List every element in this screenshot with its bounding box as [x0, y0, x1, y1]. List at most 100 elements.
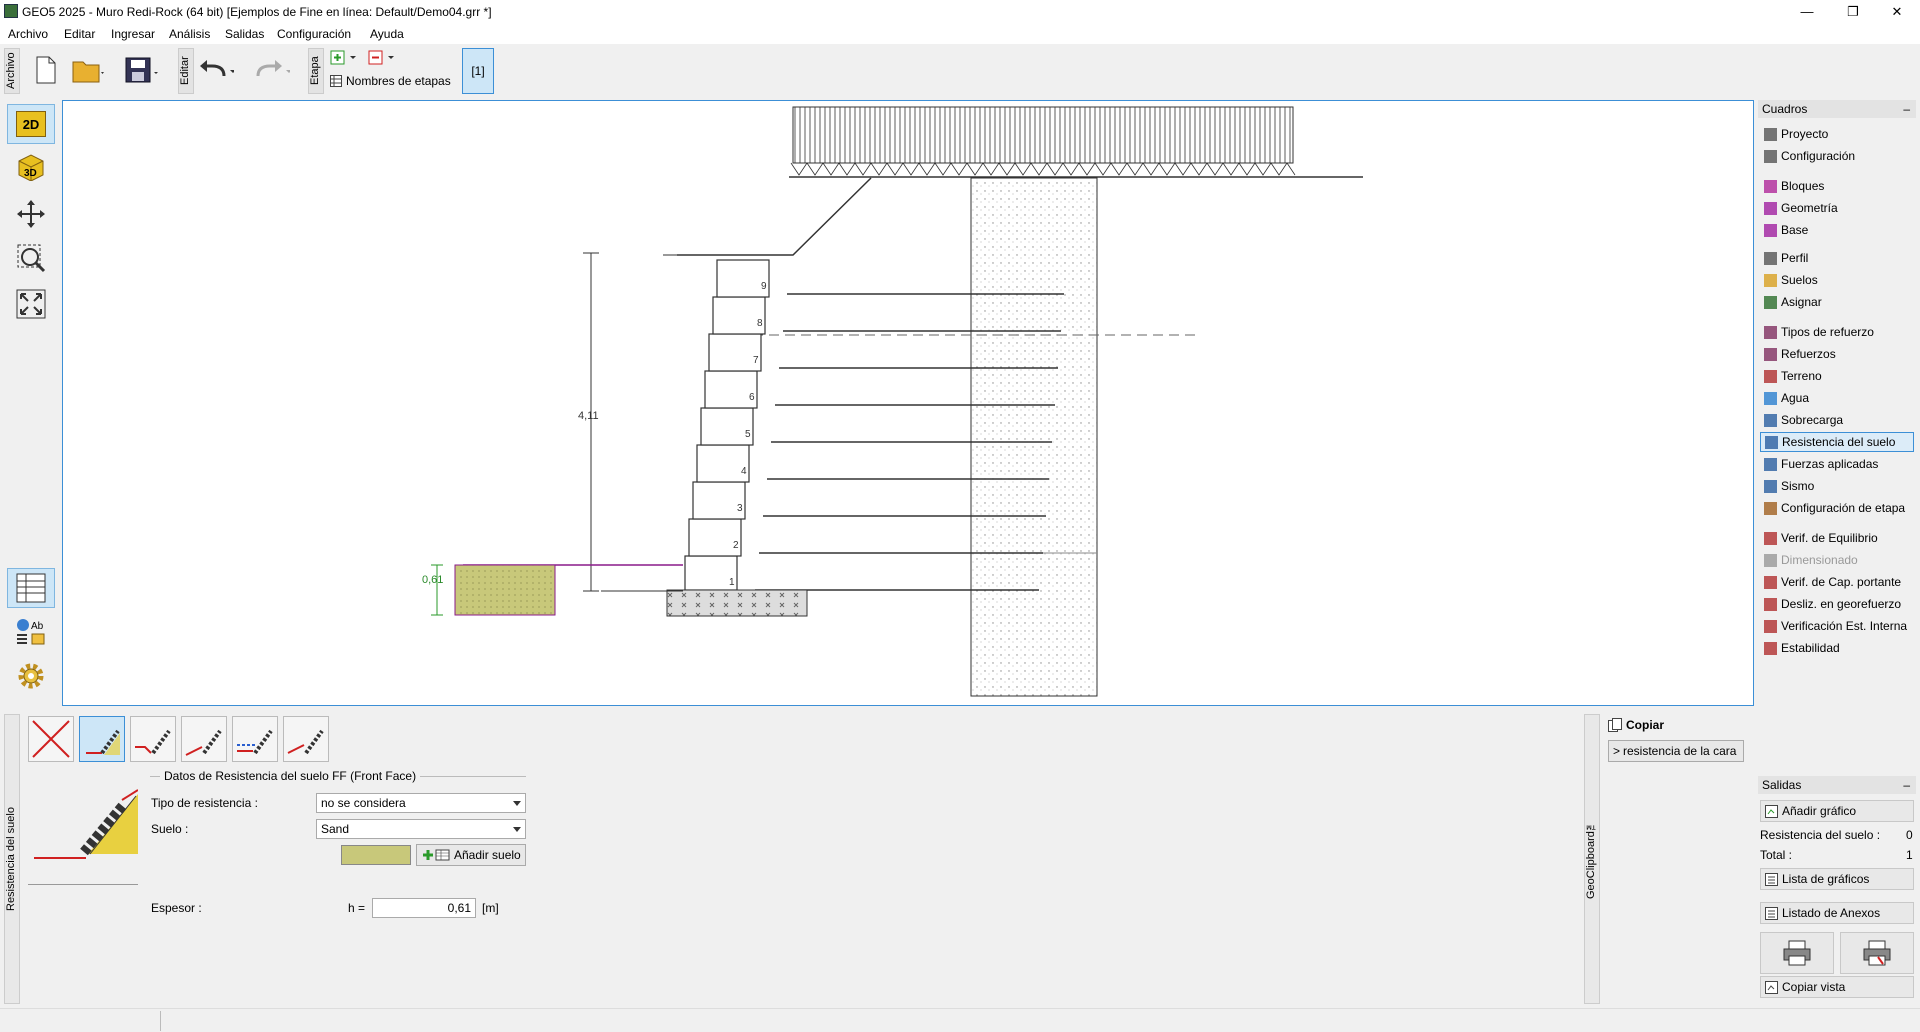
svg-text:3D: 3D	[24, 168, 37, 179]
delete-mode-button[interactable]	[28, 716, 74, 762]
resistance-mode-2-button[interactable]	[130, 716, 176, 762]
print-button[interactable]	[1760, 932, 1834, 974]
cuadros-item-soils[interactable]: Suelos	[1760, 270, 1914, 290]
open-file-icon[interactable]	[70, 52, 106, 88]
add-soil-button[interactable]: Añadir suelo	[416, 844, 526, 866]
stage-names-toggle[interactable]: Nombres de etapas	[330, 74, 451, 88]
cuadros-item-label: Configuración de etapa	[1781, 501, 1906, 515]
copy-icon	[1608, 718, 1622, 732]
close-button[interactable]: ✕	[1874, 0, 1920, 24]
menu-analisis[interactable]: Análisis	[169, 27, 210, 41]
new-file-icon[interactable]	[28, 52, 64, 88]
etapa-tab[interactable]: Etapa	[308, 48, 324, 94]
stage-1-button[interactable]: [1]	[462, 48, 494, 94]
cuadros-item-assign[interactable]: Asignar	[1760, 292, 1914, 312]
cuadros-item-geometry[interactable]: Geometría	[1760, 198, 1914, 218]
3d-cube-icon: 3D	[18, 154, 44, 181]
table-icon	[330, 75, 342, 87]
cuadros-item-internal-stability[interactable]: Verificación Est. Interna	[1760, 616, 1914, 636]
cuadros-item-label: Estabilidad	[1781, 641, 1840, 655]
cuadros-item-geo-slip[interactable]: Desliz. en georefuerzo	[1760, 594, 1914, 614]
resistance-mode-4-button[interactable]	[232, 716, 278, 762]
layer-label-5: 5	[745, 429, 751, 440]
cuadros-collapse-button[interactable]: –	[1903, 102, 1910, 116]
copy-button[interactable]: Copiar	[1608, 718, 1664, 732]
cuadros-item-surcharge[interactable]: Sobrecarga	[1760, 410, 1914, 430]
save-icon[interactable]	[124, 52, 160, 88]
menu-salidas[interactable]: Salidas	[225, 27, 264, 41]
resistance-type-label: Tipo de resistencia :	[151, 796, 258, 810]
view-3d-button[interactable]: 3D	[7, 146, 55, 186]
resistance-mode-3-button[interactable]	[181, 716, 227, 762]
cuadros-item-applied-forces[interactable]: Fuerzas aplicadas	[1760, 454, 1914, 474]
maximize-button[interactable]: ❐	[1830, 0, 1876, 24]
layer-label-4: 4	[741, 466, 747, 477]
table-view-button[interactable]	[7, 568, 55, 608]
view-2d-button[interactable]: 2D	[7, 104, 55, 144]
cuadros-item-base[interactable]: Base	[1760, 220, 1914, 240]
layer-label-6: 6	[749, 392, 755, 403]
resistance-type-select[interactable]: no se considera	[316, 793, 526, 813]
drawing-canvas[interactable]: 1 2 3 4 5 6 7 8 9 4,11 0,61	[62, 100, 1754, 706]
menu-ayuda[interactable]: Ayuda	[370, 27, 404, 41]
annex-list-button[interactable]: Listado de Anexos	[1760, 902, 1914, 924]
graph-list-button[interactable]: Lista de gráficos	[1760, 868, 1914, 890]
cuadros-header: Cuadros –	[1758, 100, 1916, 118]
menu-ingresar[interactable]: Ingresar	[111, 27, 155, 41]
svg-text:Ab: Ab	[31, 621, 44, 632]
menu-configuracion[interactable]: Configuración	[277, 27, 351, 41]
cuadros-item-soil-resistance[interactable]: Resistencia del suelo	[1760, 432, 1914, 452]
add-graph-button[interactable]: Añadir gráfico	[1760, 800, 1914, 822]
thickness-input[interactable]: 0,61	[372, 898, 476, 918]
resistance-mode-1-button[interactable]	[79, 716, 125, 762]
cuadros-item-equilibrium[interactable]: Verif. de Equilibrio	[1760, 528, 1914, 548]
redo-icon[interactable]	[254, 52, 290, 88]
preview-image	[34, 789, 139, 859]
settings-button[interactable]	[7, 656, 55, 696]
cuadros-title: Cuadros	[1762, 102, 1808, 116]
app-icon	[4, 4, 18, 18]
clipboard-item[interactable]: > resistencia de la cara	[1608, 740, 1744, 762]
cuadros-item-bearing-capacity[interactable]: Verif. de Cap. portante	[1760, 572, 1914, 592]
undo-icon[interactable]	[198, 52, 234, 88]
cuadros-item-reinforcement-types[interactable]: Tipos de refuerzo	[1760, 322, 1914, 342]
print-pdf-button[interactable]	[1840, 932, 1914, 974]
editar-tab[interactable]: Editar	[178, 48, 194, 94]
geometry-icon	[1764, 201, 1777, 215]
soil-thickness-dimension: 0,61	[422, 574, 443, 586]
minimize-button[interactable]: —	[1784, 0, 1830, 24]
cuadros-item-water[interactable]: Agua	[1760, 388, 1914, 408]
cuadros-item-label: Sismo	[1781, 479, 1815, 493]
resistance-mode-5-button[interactable]	[283, 716, 329, 762]
salidas-collapse-button[interactable]: –	[1903, 778, 1910, 792]
delete-cross-icon	[32, 720, 70, 758]
annex-icon	[1765, 906, 1778, 920]
cuadros-item-gear[interactable]: Configuración	[1760, 146, 1914, 166]
remove-stage-icon[interactable]	[368, 50, 398, 66]
add-stage-icon[interactable]	[330, 50, 360, 66]
cuadros-item-label: Verificación Est. Interna	[1781, 619, 1908, 633]
menu-archivo[interactable]: Archivo	[8, 27, 48, 41]
archivo-tab[interactable]: Archivo	[4, 48, 20, 94]
soil-select[interactable]: Sand	[316, 819, 526, 839]
thickness-unit: [m]	[482, 901, 499, 915]
cuadros-item-reinforcements[interactable]: Refuerzos	[1760, 344, 1914, 364]
cuadros-item-profile[interactable]: Perfil	[1760, 248, 1914, 268]
menu-editar[interactable]: Editar	[64, 27, 95, 41]
geoclipboard-side-tab[interactable]: GeoClipboard™	[1584, 714, 1600, 1004]
cuadros-item-project[interactable]: Proyecto	[1760, 124, 1914, 144]
pan-tool[interactable]	[7, 194, 55, 234]
cuadros-item-blocks[interactable]: Bloques	[1760, 176, 1914, 196]
cuadros-item-stage-settings[interactable]: Configuración de etapa	[1760, 498, 1914, 518]
copy-view-button[interactable]: Copiar vista	[1760, 976, 1914, 998]
left-toolbar: 2D 3D Ab	[0, 100, 62, 706]
fit-view-tool[interactable]	[7, 284, 55, 324]
styles-button[interactable]: Ab	[7, 612, 55, 652]
earthquake-icon	[1764, 479, 1777, 493]
soil-resistance-side-tab[interactable]: Resistencia del suelo	[4, 714, 20, 1004]
layer-label-8: 8	[757, 318, 763, 329]
zoom-tool[interactable]	[7, 238, 55, 278]
cuadros-item-terrain[interactable]: Terreno	[1760, 366, 1914, 386]
cuadros-item-stability[interactable]: Estabilidad	[1760, 638, 1914, 658]
cuadros-item-earthquake[interactable]: Sismo	[1760, 476, 1914, 496]
